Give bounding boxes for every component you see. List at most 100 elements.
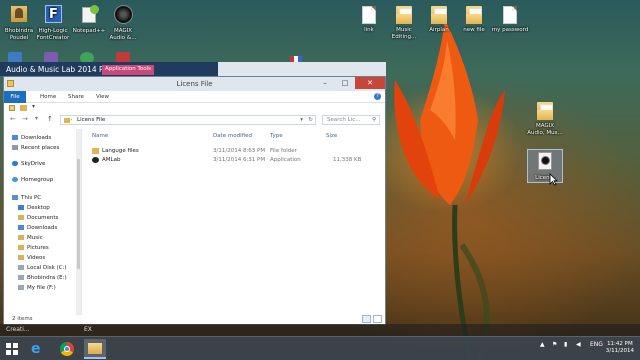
file-row[interactable]: Languge files 3/11/2014 8:63 PM File fol… <box>90 147 380 156</box>
drive-icon <box>18 275 24 280</box>
nav-item-local-disk-c[interactable]: Local Disk (C:) <box>18 265 67 271</box>
nav-item-my-file-f[interactable]: My file (F:) <box>18 285 56 291</box>
tray-icon[interactable]: ▲ <box>540 341 545 348</box>
tab-view[interactable]: View <box>90 91 115 103</box>
forward-button[interactable]: → <box>22 115 28 123</box>
taskbar-preview-strip: Creati... EX <box>0 324 640 336</box>
nav-item-this-pc[interactable]: This PC <box>12 195 41 201</box>
file-name: Languge files <box>102 148 139 154</box>
folder-icon <box>396 6 412 24</box>
properties-icon[interactable] <box>9 105 15 111</box>
column-date-modified[interactable]: Date modified <box>213 133 252 139</box>
nav-item-documents[interactable]: Documents <box>18 215 58 221</box>
taskbar-chrome[interactable] <box>56 339 78 359</box>
taskbar-file-explorer[interactable] <box>84 339 106 359</box>
desktop-icon-music-editing[interactable]: Music Editing... <box>385 4 423 40</box>
taskbar-internet-explorer[interactable]: e <box>26 339 48 359</box>
address-bar[interactable]: › Licens File ▾ ↻ <box>60 115 316 125</box>
volume-icon[interactable]: ◀ <box>576 341 581 348</box>
explorer-window: Licens File – □ ✕ File Home Share View ?… <box>3 76 386 325</box>
minimize-button[interactable]: – <box>315 77 335 89</box>
nav-item-recent-places[interactable]: Recent places <box>12 145 59 151</box>
nav-item-skydrive[interactable]: SkyDrive <box>12 161 45 167</box>
file-row[interactable]: AMLab 3/11/2014 6:31 PM Application 11,3… <box>90 156 380 165</box>
preview-label: EX <box>84 326 92 333</box>
chrome-icon-center <box>64 346 70 352</box>
desktop-icon-label: Music Editing... <box>391 27 417 40</box>
desktop-icon-new-file[interactable]: new file <box>455 4 493 34</box>
navigation-pane-scrollbar[interactable] <box>76 129 81 315</box>
clock[interactable]: 11:42 PM 3/11/2014 <box>606 341 634 355</box>
new-folder-icon[interactable] <box>20 105 27 111</box>
nav-item-label: Music <box>27 235 43 241</box>
maximize-button[interactable]: □ <box>335 77 355 89</box>
navigation-pane: Downloads Recent places SkyDrive Homegro… <box>4 129 82 315</box>
large-icons-view-button[interactable] <box>373 315 382 323</box>
nav-item-label: SkyDrive <box>21 161 46 167</box>
tab-file[interactable]: File <box>4 91 26 103</box>
flag-icon[interactable]: ⚑ <box>552 341 557 348</box>
nav-item-label: Bhobindra (E:) <box>27 275 67 281</box>
nav-item-label: Local Disk (C:) <box>27 265 67 271</box>
internet-explorer-icon: e <box>31 341 41 357</box>
details-view-button[interactable] <box>362 315 371 323</box>
desktop-icon-bhobindra[interactable]: Bhobindra Poudel <box>0 4 38 41</box>
nav-item-desktop[interactable]: Desktop <box>18 205 50 211</box>
background-window-titlebar[interactable]: Audio & Music Lab 2014 Pre... Applicatio… <box>0 62 218 76</box>
chevron-down-icon[interactable]: ▾ <box>32 103 35 110</box>
search-input[interactable]: Search Lic... ⚲ <box>322 115 380 125</box>
clock-date: 3/11/2014 <box>605 348 634 354</box>
nav-item-pictures[interactable]: Pictures <box>18 245 49 251</box>
drive-icon <box>18 285 24 290</box>
address-dropdown-icon[interactable]: ▾ <box>300 116 303 125</box>
up-button[interactable]: ↑ <box>47 115 53 123</box>
nav-item-downloads-pc[interactable]: Downloads <box>18 225 57 231</box>
network-icon[interactable]: ▮ <box>564 341 567 348</box>
file-type: File folder <box>270 148 297 154</box>
desktop-icon-notepadpp[interactable]: Notepad++ <box>70 4 108 35</box>
desktop-icon-link[interactable]: link <box>350 4 388 34</box>
close-button[interactable]: ✕ <box>355 77 385 89</box>
back-button[interactable]: ← <box>10 115 16 123</box>
cloud-icon <box>12 161 18 166</box>
folder-icon <box>431 6 447 24</box>
column-size[interactable]: Size <box>326 133 337 139</box>
tab-share[interactable]: Share <box>62 91 90 103</box>
nav-item-bhobindra-e[interactable]: Bhobindra (E:) <box>18 275 67 281</box>
nav-item-videos[interactable]: Videos <box>18 255 45 261</box>
explorer-titlebar[interactable]: Licens File – □ ✕ <box>4 77 385 91</box>
desktop-icon-label: new file <box>463 27 485 33</box>
nav-item-label: Recent places <box>21 145 60 151</box>
column-type[interactable]: Type <box>270 133 283 139</box>
music-icon <box>18 235 24 240</box>
file-size: 11,338 KB <box>333 157 362 163</box>
desktop-icon-magix-folder[interactable]: MAGIX Audio, Mus... <box>525 100 565 136</box>
desktop-icon-my-password[interactable]: my password <box>490 4 530 34</box>
scrollbar-thumb[interactable] <box>77 159 80 269</box>
desktop-icon-airplan[interactable]: Airplan <box>420 4 458 34</box>
preview-label: Creati... <box>6 326 30 333</box>
drive-icon <box>18 265 24 270</box>
desktop-icon-fontcreator[interactable]: F High-Logic FontCreator <box>34 4 72 41</box>
nav-item-homegroup[interactable]: Homegroup <box>12 177 53 183</box>
search-placeholder: Search Lic... <box>327 117 361 123</box>
column-name[interactable]: Name <box>92 133 108 139</box>
tab-home[interactable]: Home <box>34 91 62 103</box>
file-name: AMLab <box>102 157 121 163</box>
application-tools-tab[interactable]: Application Tools <box>102 65 155 75</box>
address-separator: › <box>70 117 73 123</box>
nav-item-downloads[interactable]: Downloads <box>12 135 51 141</box>
file-date: 3/11/2014 6:31 PM <box>213 157 266 163</box>
start-button[interactable] <box>6 343 18 355</box>
background-window-controls <box>218 62 386 76</box>
refresh-icon[interactable]: ↻ <box>308 116 313 125</box>
nav-item-music[interactable]: Music <box>18 235 43 241</box>
help-button[interactable]: ? <box>374 93 381 100</box>
desktop-icon-magix[interactable]: MAGIX Audio &... <box>104 4 142 41</box>
videos-icon <box>18 255 24 260</box>
recent-locations-dropdown[interactable]: ▾ <box>35 115 38 122</box>
desktop-icon-label: MAGIX Audio, Mus... <box>527 123 563 136</box>
nav-item-label: Documents <box>27 215 59 221</box>
documents-icon <box>18 215 24 220</box>
language-indicator[interactable]: ENG <box>590 341 603 348</box>
